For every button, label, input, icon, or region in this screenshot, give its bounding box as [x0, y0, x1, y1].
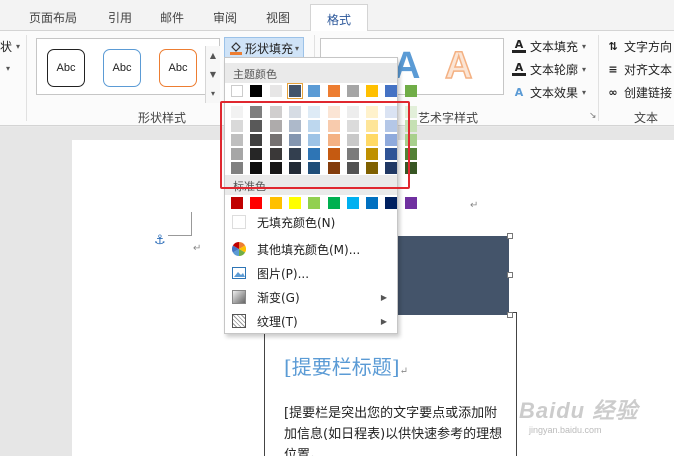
shape-styles-scroll[interactable]: ▲ ▼ ▾ — [205, 46, 220, 103]
more-fill-colors-item[interactable]: 其他填充颜色(M)... — [225, 238, 397, 260]
text-effects-icon: A — [514, 85, 524, 99]
standard-color-swatch[interactable] — [231, 197, 243, 209]
chevron-down-icon: ▾ — [295, 43, 300, 53]
theme-color-swatch[interactable] — [366, 85, 379, 97]
gradient-item[interactable]: 渐变(G) ▶ — [225, 286, 397, 308]
paragraph-mark: ↵ — [193, 243, 202, 254]
theme-color-swatch[interactable] — [250, 85, 263, 97]
tab-format[interactable]: 格式 — [310, 4, 368, 32]
shape-style-blue[interactable]: Abc — [103, 49, 141, 87]
standard-color-swatch[interactable] — [308, 197, 321, 209]
wordart-style-orange[interactable]: A — [444, 44, 473, 88]
shape-styles-gallery: Abc Abc Abc ▲ ▼ ▾ — [36, 38, 220, 103]
sidebar-title[interactable]: [提要栏标题]↵ — [284, 351, 408, 380]
dialog-launcher-icon[interactable]: ↘ — [589, 111, 597, 121]
theme-color-swatch[interactable] — [404, 85, 417, 97]
text-group-label: 文本 — [634, 111, 659, 125]
text-outline-icon: A — [512, 61, 526, 76]
text-fill-button[interactable]: A 文本填充 ▾ — [512, 37, 586, 55]
resize-handle[interactable] — [507, 233, 513, 239]
standard-color-swatch[interactable] — [346, 197, 359, 209]
theme-color-swatch[interactable] — [286, 83, 303, 99]
theme-colors-header: 主题颜色 — [225, 63, 397, 83]
color-wheel-icon — [231, 241, 247, 257]
standard-color-swatch[interactable] — [404, 197, 417, 209]
theme-color-swatch[interactable] — [308, 85, 321, 97]
text-direction-icon: ⇅ — [608, 39, 618, 53]
tab-view[interactable]: 视图 — [266, 9, 290, 26]
standard-color-swatch[interactable] — [269, 197, 282, 209]
theme-color-swatch[interactable] — [231, 85, 243, 97]
submenu-arrow-icon: ▶ — [380, 292, 387, 302]
standard-color-swatch[interactable] — [288, 197, 301, 209]
text-outline-button[interactable]: A 文本轮廓 ▾ — [512, 60, 586, 78]
texture-item[interactable]: 纹理(T) ▶ — [225, 310, 397, 332]
text-direction-button[interactable]: ⇅ 文字方向 — [606, 37, 672, 55]
standard-color-swatch[interactable] — [250, 197, 263, 209]
paint-bucket-icon — [229, 41, 243, 55]
shape-style-black[interactable]: Abc — [47, 49, 85, 87]
standard-color-swatch[interactable] — [327, 197, 340, 209]
anchor-icon: ⚓ — [154, 233, 166, 248]
link-icon: ∞ — [608, 85, 618, 99]
scroll-up-icon[interactable]: ▲ — [206, 46, 220, 65]
shape-fill-dropdown: 主题颜色 标准色 无填充颜色(N) 其他填充颜色(M)... 图片(P)... … — [224, 57, 417, 334]
theme-color-swatch[interactable] — [327, 85, 340, 97]
standard-color-swatch[interactable] — [385, 197, 398, 209]
texture-icon — [232, 314, 246, 328]
theme-color-swatch[interactable] — [385, 85, 398, 97]
ribbon-left-dropdown-icon[interactable]: ▾ — [6, 59, 10, 77]
ribbon-tab-bar: 页面布局 引用 邮件 审阅 视图 格式 — [0, 0, 674, 32]
selected-shape[interactable] — [397, 236, 509, 315]
highlight-box — [220, 101, 410, 189]
text-fill-icon: A — [512, 38, 526, 53]
paragraph-mark: ↵ — [470, 200, 479, 211]
shape-fill-button[interactable]: 形状填充 ▾ — [224, 37, 305, 59]
ribbon-left-fragment[interactable]: 状 ▾ — [0, 37, 20, 55]
margin-corner-mark — [168, 212, 192, 236]
picture-icon — [232, 266, 246, 280]
create-link-button[interactable]: ∞ 创建链接 — [606, 83, 672, 101]
tab-references[interactable]: 引用 — [108, 9, 132, 26]
tab-page-layout[interactable]: 页面布局 — [29, 9, 77, 26]
wordart-styles-label: 艺术字样式 — [418, 111, 479, 125]
resize-handle[interactable] — [507, 272, 513, 278]
align-text-button[interactable]: ≡ 对齐文本 — [606, 60, 672, 78]
shape-style-orange[interactable]: Abc — [159, 49, 197, 87]
no-fill-item[interactable]: 无填充颜色(N) — [225, 211, 397, 233]
more-icon[interactable]: ▾ — [206, 84, 220, 103]
submenu-arrow-icon: ▶ — [380, 316, 387, 326]
standard-color-swatch[interactable] — [366, 197, 379, 209]
no-fill-icon — [232, 215, 246, 229]
picture-item[interactable]: 图片(P)... — [225, 262, 397, 284]
scroll-down-icon[interactable]: ▼ — [206, 65, 220, 84]
baidu-watermark: Baidu 经验 jingyan.baidu.com — [519, 393, 639, 435]
theme-color-swatch[interactable] — [346, 85, 359, 97]
gradient-icon — [232, 290, 246, 304]
tab-mailings[interactable]: 邮件 — [160, 9, 184, 26]
resize-handle[interactable] — [507, 312, 513, 318]
watermark-brand: Baidu 经验 — [519, 398, 639, 423]
text-effects-button[interactable]: A 文本效果 ▾ — [512, 83, 586, 101]
tab-review[interactable]: 审阅 — [213, 9, 237, 26]
shape-styles-label: 形状样式 — [138, 111, 187, 125]
watermark-url: jingyan.baidu.com — [529, 425, 602, 435]
sidebar-body-text[interactable]: [提要栏是突出您的文字要点或添加附加信息(如日程表)以供快速参考的理想位置。 — [284, 403, 504, 456]
theme-color-swatch[interactable] — [269, 85, 282, 97]
align-text-icon: ≡ — [608, 62, 618, 76]
